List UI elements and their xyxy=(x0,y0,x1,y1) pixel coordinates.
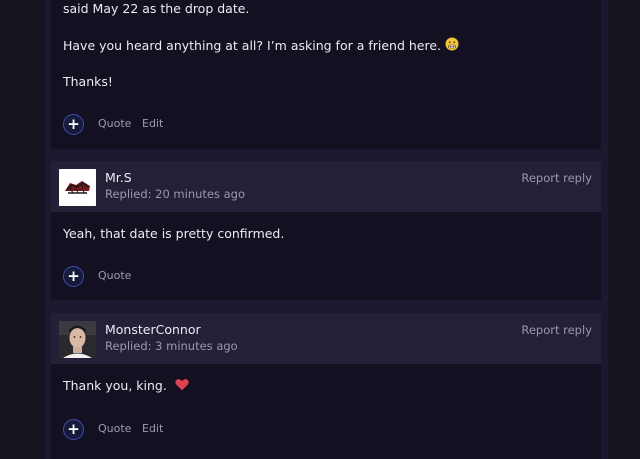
reply-post: MonsterConnor Replied: 3 minutes ago Rep… xyxy=(51,313,601,459)
post-body-line: said May 22 as the drop date. xyxy=(63,1,250,16)
user-photo-avatar[interactable] xyxy=(59,321,96,358)
quote-button[interactable]: Quote xyxy=(98,422,131,435)
reply-header: Mr.S Replied: 20 minutes ago Report repl… xyxy=(51,161,601,212)
reply-timestamp: Replied: 3 minutes ago xyxy=(105,339,238,353)
reply-header: MonsterConnor Replied: 3 minutes ago Rep… xyxy=(51,313,601,364)
reply-body-text: Thank you, king. xyxy=(63,378,167,393)
page: said May 22 as the drop date. Have you h… xyxy=(0,0,640,459)
car-logo-avatar[interactable] xyxy=(59,169,96,206)
quote-button[interactable]: Quote xyxy=(98,117,131,130)
report-reply-link[interactable]: Report reply xyxy=(521,171,592,185)
reply-timestamp: Replied: 20 minutes ago xyxy=(105,187,246,201)
post-body-line-text: Have you heard anything at all? I’m aski… xyxy=(63,38,442,53)
add-reaction-button[interactable]: + xyxy=(63,419,84,440)
post-body-line: Have you heard anything at all? I’m aski… xyxy=(63,37,459,56)
report-reply-link[interactable]: Report reply xyxy=(521,323,592,337)
edit-button[interactable]: Edit xyxy=(142,422,163,435)
quote-button[interactable]: Quote xyxy=(98,269,131,282)
edit-button[interactable]: Edit xyxy=(142,117,163,130)
username[interactable]: MonsterConnor xyxy=(105,322,201,337)
reply-post: Mr.S Replied: 20 minutes ago Report repl… xyxy=(51,161,601,300)
grimacing-face-icon xyxy=(445,37,459,56)
post-original: said May 22 as the drop date. Have you h… xyxy=(51,0,601,149)
reply-body: Thank you, king. xyxy=(63,377,189,396)
red-heart-icon xyxy=(175,378,189,396)
post-body-line: Thanks! xyxy=(63,74,113,89)
reply-body: Yeah, that date is pretty confirmed. xyxy=(63,226,285,241)
username[interactable]: Mr.S xyxy=(105,170,132,185)
add-reaction-button[interactable]: + xyxy=(63,114,84,135)
add-reaction-button[interactable]: + xyxy=(63,266,84,287)
